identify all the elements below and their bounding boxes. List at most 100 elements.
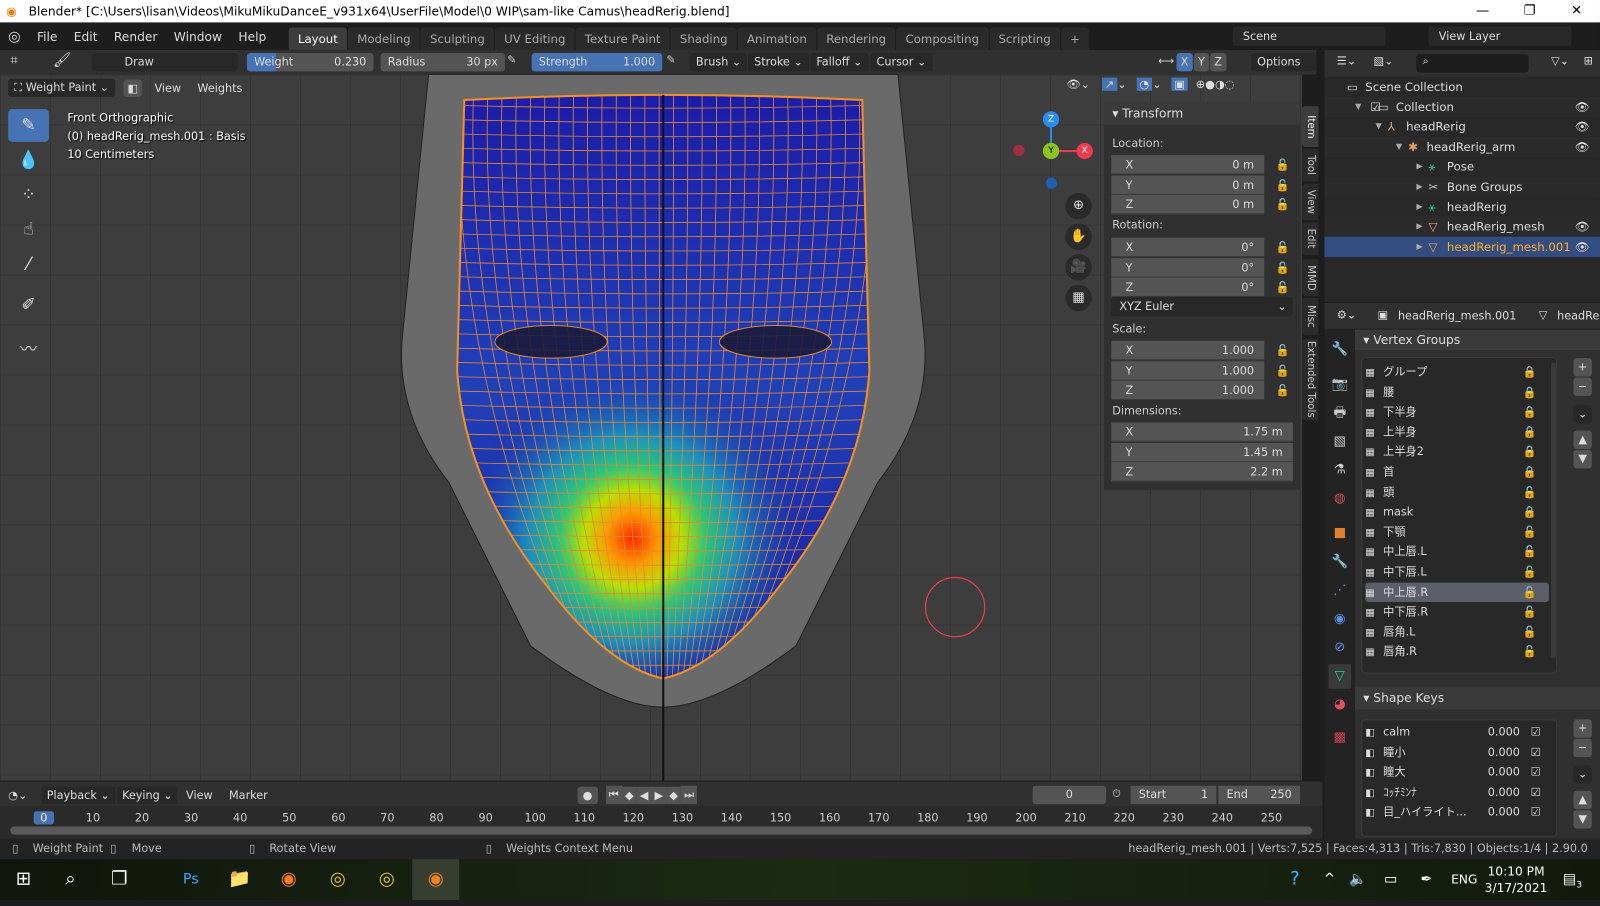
shape-key-value[interactable]: 0.000	[1488, 722, 1520, 741]
location-lock-icon[interactable]: 🔓	[1276, 158, 1290, 171]
scale-z-field[interactable]: Z 1.000	[1111, 380, 1265, 400]
shading-wireframe-icon[interactable]: ⊕	[1196, 78, 1205, 91]
sidebar-tab-item[interactable]: Item	[1302, 106, 1319, 147]
shape-key-specials-button[interactable]: ⌄	[1573, 765, 1592, 784]
jump-end-icon[interactable]: ⏭	[681, 785, 698, 805]
start-frame-field[interactable]: Start 1	[1130, 785, 1217, 805]
outliner-search-input[interactable]: ⌕	[1416, 54, 1529, 73]
modifier-tab-icon[interactable]: 🔧	[1329, 550, 1351, 574]
sidebar-tab-mmd[interactable]: MMD	[1302, 259, 1319, 296]
lock-icon[interactable]: 🔒	[1523, 402, 1537, 421]
unlock-icon[interactable]: 🔓	[1523, 582, 1537, 601]
scale-lock-icon[interactable]: 🔓	[1276, 384, 1290, 397]
weights-menu[interactable]: Weights	[197, 81, 242, 94]
unlock-icon[interactable]: 🔓	[1523, 542, 1537, 561]
move-vertex-group-up-button[interactable]: ▲	[1573, 430, 1592, 449]
overlay-toggle-icon[interactable]: ◔	[1136, 77, 1153, 91]
rotation-lock-icon[interactable]: 🔓	[1276, 261, 1290, 274]
constraints-tab-icon[interactable]: ⊘	[1329, 636, 1351, 660]
rotation-lock-icon[interactable]: 🔓	[1276, 281, 1290, 294]
cursor-menu[interactable]: Cursor ⌄	[870, 53, 933, 72]
pan-hand-icon[interactable]: ✋	[1065, 223, 1092, 250]
tab-modeling[interactable]: Modeling	[348, 27, 420, 50]
shape-key-value[interactable]: 0.000	[1488, 782, 1520, 801]
editor-type-icon[interactable]: ⌗	[10, 53, 17, 68]
gradient-tool-icon[interactable]: ⁄	[8, 248, 49, 281]
outliner-item[interactable]: ▭ Scene Collection	[1324, 77, 1600, 97]
close-button[interactable]: ✕	[1553, 0, 1600, 22]
editor-type-icon[interactable]: ◔⌄	[8, 788, 27, 801]
outliner-item[interactable]: ▼ ☑ ▭ Collection 👁	[1324, 96, 1600, 117]
lock-icon[interactable]: 🔒	[1523, 462, 1537, 481]
annotate-tool-icon[interactable]: 〰	[8, 334, 49, 367]
notifications-icon[interactable]: ▤3	[1549, 859, 1596, 900]
remove-shape-key-button[interactable]: −	[1573, 738, 1592, 758]
mirror-z-toggle[interactable]: Z	[1210, 53, 1227, 72]
windows-start-icon[interactable]: ⊞	[0, 859, 47, 900]
lock-icon[interactable]: 🔒	[1523, 422, 1537, 441]
shading-material-icon[interactable]: ◑	[1215, 78, 1225, 91]
blur-tool-icon[interactable]: 💧	[8, 144, 49, 177]
vertex-group-item[interactable]: ▦ mask 🔒	[1365, 502, 1549, 521]
unlock-icon[interactable]: 🔓	[1523, 622, 1537, 641]
shape-key-mute-checkbox[interactable]: ☑	[1531, 762, 1541, 781]
tab-shading[interactable]: Shading	[670, 27, 737, 50]
outliner-item[interactable]: ▶ ⚹ headRerig	[1324, 197, 1600, 217]
shape-key-item[interactable]: ◧ 瞳大 0.000 ☑	[1365, 762, 1549, 781]
radius-pressure-icon[interactable]: ✎	[507, 53, 516, 66]
location-lock-icon[interactable]: 🔓	[1276, 178, 1290, 191]
rotation-lock-icon[interactable]: 🔓	[1276, 241, 1290, 254]
tab-sculpting[interactable]: Sculpting	[420, 27, 494, 50]
view-layer-tab-icon[interactable]: ▧	[1329, 430, 1351, 454]
average-tool-icon[interactable]: ⁘	[8, 179, 49, 212]
visibility-icon[interactable]: 👁⌄	[1066, 78, 1090, 91]
camera-icon[interactable]: 🎥	[1065, 254, 1092, 281]
scale-x-field[interactable]: X 1.000	[1111, 340, 1265, 361]
texture-tab-icon[interactable]: ▩	[1329, 726, 1351, 750]
file-explorer-icon[interactable]: 📁	[216, 859, 263, 900]
move-shape-key-up-button[interactable]: ▲	[1573, 790, 1592, 810]
menu-window[interactable]: Window	[166, 29, 231, 43]
tab-animation[interactable]: Animation	[737, 27, 816, 50]
rotation-x-field[interactable]: X 0°	[1111, 237, 1265, 258]
playback-menu[interactable]: Playback ⌄	[41, 786, 115, 804]
tab-layout[interactable]: Layout	[288, 27, 348, 50]
collapsed-arrow-icon[interactable]: ▶	[1416, 177, 1422, 197]
vertex-group-item[interactable]: ▦ 上半身2 🔒	[1365, 442, 1549, 461]
marker-menu[interactable]: Marker	[229, 788, 268, 801]
data-tab-icon[interactable]: ▽	[1328, 664, 1352, 689]
sample-weight-tool-icon[interactable]: ✐	[8, 289, 49, 322]
new-collection-icon[interactable]: ⊞	[1584, 54, 1593, 67]
add-shape-key-button[interactable]: +	[1573, 719, 1592, 738]
shape-key-value[interactable]: 0.000	[1488, 742, 1520, 761]
vertex-group-item[interactable]: ▦ グループ 🔒	[1365, 362, 1549, 381]
transform-header[interactable]: ▾ Transform	[1104, 102, 1300, 125]
outliner-item[interactable]: ▼ ✱ headRerig_arm 👁	[1324, 136, 1600, 157]
tab-rendering[interactable]: Rendering	[817, 27, 896, 50]
shape-keys-header[interactable]: ▾ Shape Keys	[1355, 686, 1600, 710]
sidebar-tab-extended-tools[interactable]: Extended Tools	[1302, 338, 1319, 421]
vertex-group-item[interactable]: ▦ 中上唇.R 🔓	[1365, 582, 1549, 602]
gizmo-neg-z[interactable]	[1045, 177, 1058, 189]
shape-key-mute-checkbox[interactable]: ☑	[1531, 742, 1541, 761]
sidebar-tab-edit[interactable]: Edit	[1302, 222, 1319, 256]
expand-arrow-icon[interactable]: ▼	[1355, 97, 1361, 117]
tool-tab-icon[interactable]: 🔧	[1329, 338, 1351, 362]
eye-icon[interactable]: 👁	[1575, 97, 1590, 117]
menu-render[interactable]: Render	[106, 29, 166, 43]
shape-key-mute-checkbox[interactable]: ☑	[1531, 782, 1541, 801]
mode-selector[interactable]: ⛶ Weight Paint ⌄	[8, 78, 116, 97]
vertex-group-item[interactable]: ▦ 中上唇.L 🔓	[1365, 542, 1549, 561]
collapsed-arrow-icon[interactable]: ▶	[1416, 237, 1422, 257]
shape-key-item[interactable]: ◧ calm 0.000 ☑	[1365, 722, 1549, 741]
shape-key-item[interactable]: ◧ 目_ハイライト... 0.000 ☑	[1365, 802, 1549, 821]
xray-toggle-icon[interactable]: ▣	[1171, 77, 1189, 91]
scene-selector[interactable]: Scene	[1232, 26, 1386, 46]
tab-texture-paint[interactable]: Texture Paint	[575, 27, 670, 50]
shading-rendered-icon[interactable]: ◌	[1225, 78, 1235, 91]
gizmo-z-axis[interactable]: Z	[1042, 111, 1060, 128]
expand-arrow-icon[interactable]: ▼	[1396, 137, 1402, 157]
gizmo-toggle-icon[interactable]: ↗	[1101, 77, 1118, 91]
expand-arrow-icon[interactable]: ▼	[1375, 117, 1381, 137]
vertex-group-item[interactable]: ▦ 下顎 🔓	[1365, 522, 1549, 541]
